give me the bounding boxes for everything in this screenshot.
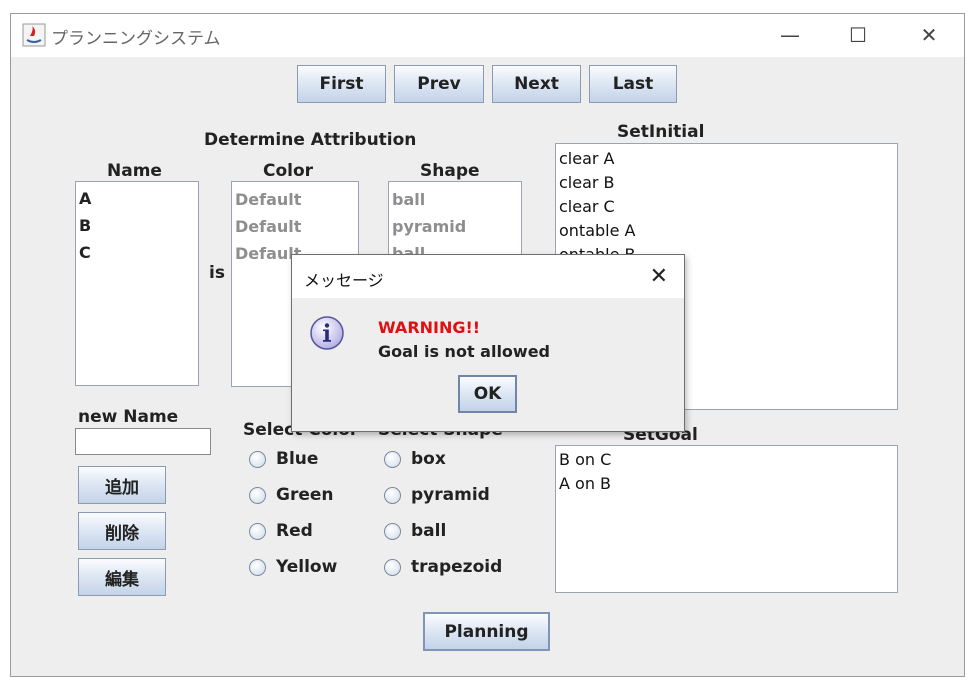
shape-radio-trapezoid[interactable]: trapezoid xyxy=(384,557,502,577)
radio-label: Blue xyxy=(276,449,319,469)
java-app-icon xyxy=(22,23,46,47)
name-label: Name xyxy=(107,161,162,181)
minimize-button[interactable]: — xyxy=(775,23,805,47)
name-list[interactable]: A B C xyxy=(75,181,199,386)
last-button[interactable]: Last xyxy=(589,65,677,103)
list-item[interactable]: C xyxy=(76,239,198,266)
radio-label: Yellow xyxy=(276,557,338,577)
next-button[interactable]: Next xyxy=(492,65,581,103)
dialog-close-button[interactable]: ✕ xyxy=(650,264,668,289)
radio-circle[interactable] xyxy=(384,486,401,504)
shape-radio-ball[interactable]: ball xyxy=(384,521,446,541)
maximize-button[interactable]: ☐ xyxy=(843,23,873,47)
list-item[interactable]: A xyxy=(76,185,198,212)
window-title: プランニングシステム xyxy=(51,29,221,49)
dialog-message: Goal is not allowed xyxy=(378,342,550,361)
new-name-input[interactable] xyxy=(75,428,211,455)
planning-button[interactable]: Planning xyxy=(423,612,550,651)
radio-circle[interactable] xyxy=(249,450,266,468)
list-item[interactable]: clear C xyxy=(556,195,897,219)
list-item[interactable]: Default xyxy=(232,213,358,240)
color-label: Color xyxy=(263,161,314,181)
color-radio-green[interactable]: Green xyxy=(249,485,334,505)
determine-attribution-heading: Determine Attribution xyxy=(204,130,417,150)
first-button[interactable]: First xyxy=(297,65,386,103)
title-bar[interactable]: プランニングシステム — ☐ ✕ xyxy=(11,14,964,57)
radio-circle[interactable] xyxy=(384,522,401,540)
window-close-button[interactable]: ✕ xyxy=(914,23,944,47)
shape-radio-pyramid[interactable]: pyramid xyxy=(384,485,490,505)
radio-label: box xyxy=(411,449,446,469)
list-item[interactable]: clear A xyxy=(556,147,897,171)
radio-label: pyramid xyxy=(411,485,490,505)
radio-label: ball xyxy=(411,521,447,541)
color-radio-blue[interactable]: Blue xyxy=(249,449,318,469)
radio-label: Red xyxy=(276,521,313,541)
ok-button[interactable]: OK xyxy=(458,375,517,413)
color-radio-yellow[interactable]: Yellow xyxy=(249,557,337,577)
new-name-label: new Name xyxy=(78,407,179,427)
edit-button[interactable]: 編集 xyxy=(78,558,166,596)
list-item[interactable]: clear B xyxy=(556,171,897,195)
dialog-title: メッセージ xyxy=(304,271,384,290)
list-item[interactable]: A on B xyxy=(556,472,897,496)
list-item[interactable]: ball xyxy=(389,186,521,213)
shape-radio-box[interactable]: box xyxy=(384,449,446,469)
prev-button[interactable]: Prev xyxy=(394,65,484,103)
list-item[interactable]: B on C xyxy=(556,448,897,472)
add-button[interactable]: 追加 xyxy=(78,466,166,504)
list-item[interactable]: pyramid xyxy=(389,213,521,240)
delete-button[interactable]: 削除 xyxy=(78,512,166,550)
warning-text: WARNING!! xyxy=(378,318,481,337)
radio-circle[interactable] xyxy=(249,486,266,504)
radio-circle[interactable] xyxy=(249,558,266,576)
info-icon xyxy=(310,316,344,350)
list-item[interactable]: ontable A xyxy=(556,219,897,243)
radio-circle[interactable] xyxy=(384,450,401,468)
set-goal-list[interactable]: B on C A on B xyxy=(555,445,898,593)
list-item[interactable]: B xyxy=(76,212,198,239)
set-initial-label: SetInitial xyxy=(617,122,705,142)
radio-label: trapezoid xyxy=(411,557,503,577)
message-dialog: メッセージ ✕ WARNING!! Goal is not allowed OK xyxy=(291,254,685,432)
is-label: is xyxy=(209,263,225,283)
color-radio-red[interactable]: Red xyxy=(249,521,313,541)
radio-label: Green xyxy=(276,485,334,505)
radio-circle[interactable] xyxy=(249,522,266,540)
dialog-title-bar[interactable]: メッセージ ✕ xyxy=(292,255,684,298)
list-item[interactable]: Default xyxy=(232,186,358,213)
radio-circle[interactable] xyxy=(384,558,401,576)
shape-label: Shape xyxy=(420,161,480,181)
